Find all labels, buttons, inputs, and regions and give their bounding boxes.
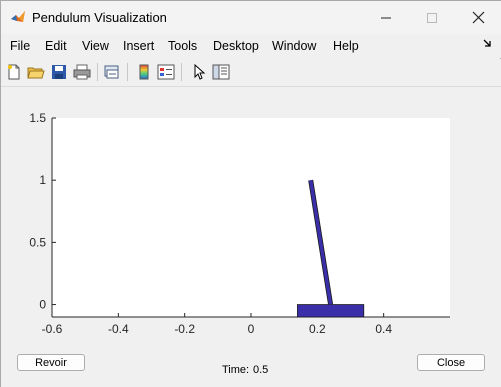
save-icon[interactable] <box>49 62 69 82</box>
close-button[interactable]: Close <box>417 354 485 371</box>
y-tick-label: 1.5 <box>29 111 46 125</box>
x-tick-label: -0.2 <box>174 322 195 336</box>
y-tick-label: 0.5 <box>29 235 46 249</box>
axes-background <box>52 118 450 317</box>
x-tick-label: -0.6 <box>42 322 63 336</box>
menu-file[interactable]: File <box>10 39 30 53</box>
figure-area: -0.6 -0.4 -0.2 0 0.2 0.4 0 0.5 1 1.5 Revoir Close… <box>1 87 501 387</box>
dock-arrow-icon[interactable] <box>483 38 493 52</box>
toolbar-separator <box>127 63 128 81</box>
menu-window[interactable]: Window <box>272 39 316 53</box>
time-caption: Time: <box>222 364 250 376</box>
colorbar-icon[interactable] <box>134 62 154 82</box>
maximize-icon <box>427 12 437 23</box>
legend-icon[interactable] <box>156 62 176 82</box>
x-tick-label: 0 <box>248 322 255 336</box>
menu-insert[interactable]: Insert <box>123 39 154 53</box>
y-tick-label: 0 <box>39 298 46 312</box>
x-tick-label: 0.4 <box>375 322 392 336</box>
open-file-icon[interactable] <box>26 62 46 82</box>
new-figure-icon[interactable] <box>4 62 24 82</box>
property-inspector-icon[interactable] <box>211 62 231 82</box>
figure-window: Pendulum Visualization File Edit View In… <box>0 0 501 387</box>
pendulum-axes[interactable]: -0.6 -0.4 -0.2 0 0.2 0.4 0 0.5 1 1.5 <box>1 87 501 347</box>
cart <box>297 304 365 318</box>
minimize-icon <box>381 17 391 18</box>
title-bar[interactable]: Pendulum Visualization <box>1 1 501 34</box>
maximize-button[interactable] <box>409 1 455 34</box>
toolbar-separator <box>181 63 182 81</box>
x-tick-label: 0.2 <box>309 322 326 336</box>
close-window-button[interactable] <box>455 1 501 34</box>
menu-help[interactable]: Help <box>333 39 359 53</box>
menu-view[interactable]: View <box>82 39 109 53</box>
x-tick-label: -0.4 <box>108 322 129 336</box>
edit-plot-arrow-icon[interactable] <box>189 62 209 82</box>
toolbar-separator <box>97 63 98 81</box>
close-icon <box>472 11 484 24</box>
window-title: Pendulum Visualization <box>32 10 167 25</box>
matlab-app-icon <box>10 9 26 25</box>
menu-tools[interactable]: Tools <box>168 39 197 53</box>
menu-edit[interactable]: Edit <box>45 39 67 53</box>
time-value: 0.5 <box>253 364 269 376</box>
y-tick-label: 1 <box>39 173 46 187</box>
revoir-button[interactable]: Revoir <box>17 354 85 371</box>
minimize-button[interactable] <box>363 1 409 34</box>
print-icon[interactable] <box>72 62 92 82</box>
link-plot-icon[interactable] <box>102 62 122 82</box>
toolbar <box>1 59 501 87</box>
menu-desktop[interactable]: Desktop <box>213 39 259 53</box>
menu-bar: File Edit View Insert Tools Desktop Wind… <box>1 34 501 58</box>
